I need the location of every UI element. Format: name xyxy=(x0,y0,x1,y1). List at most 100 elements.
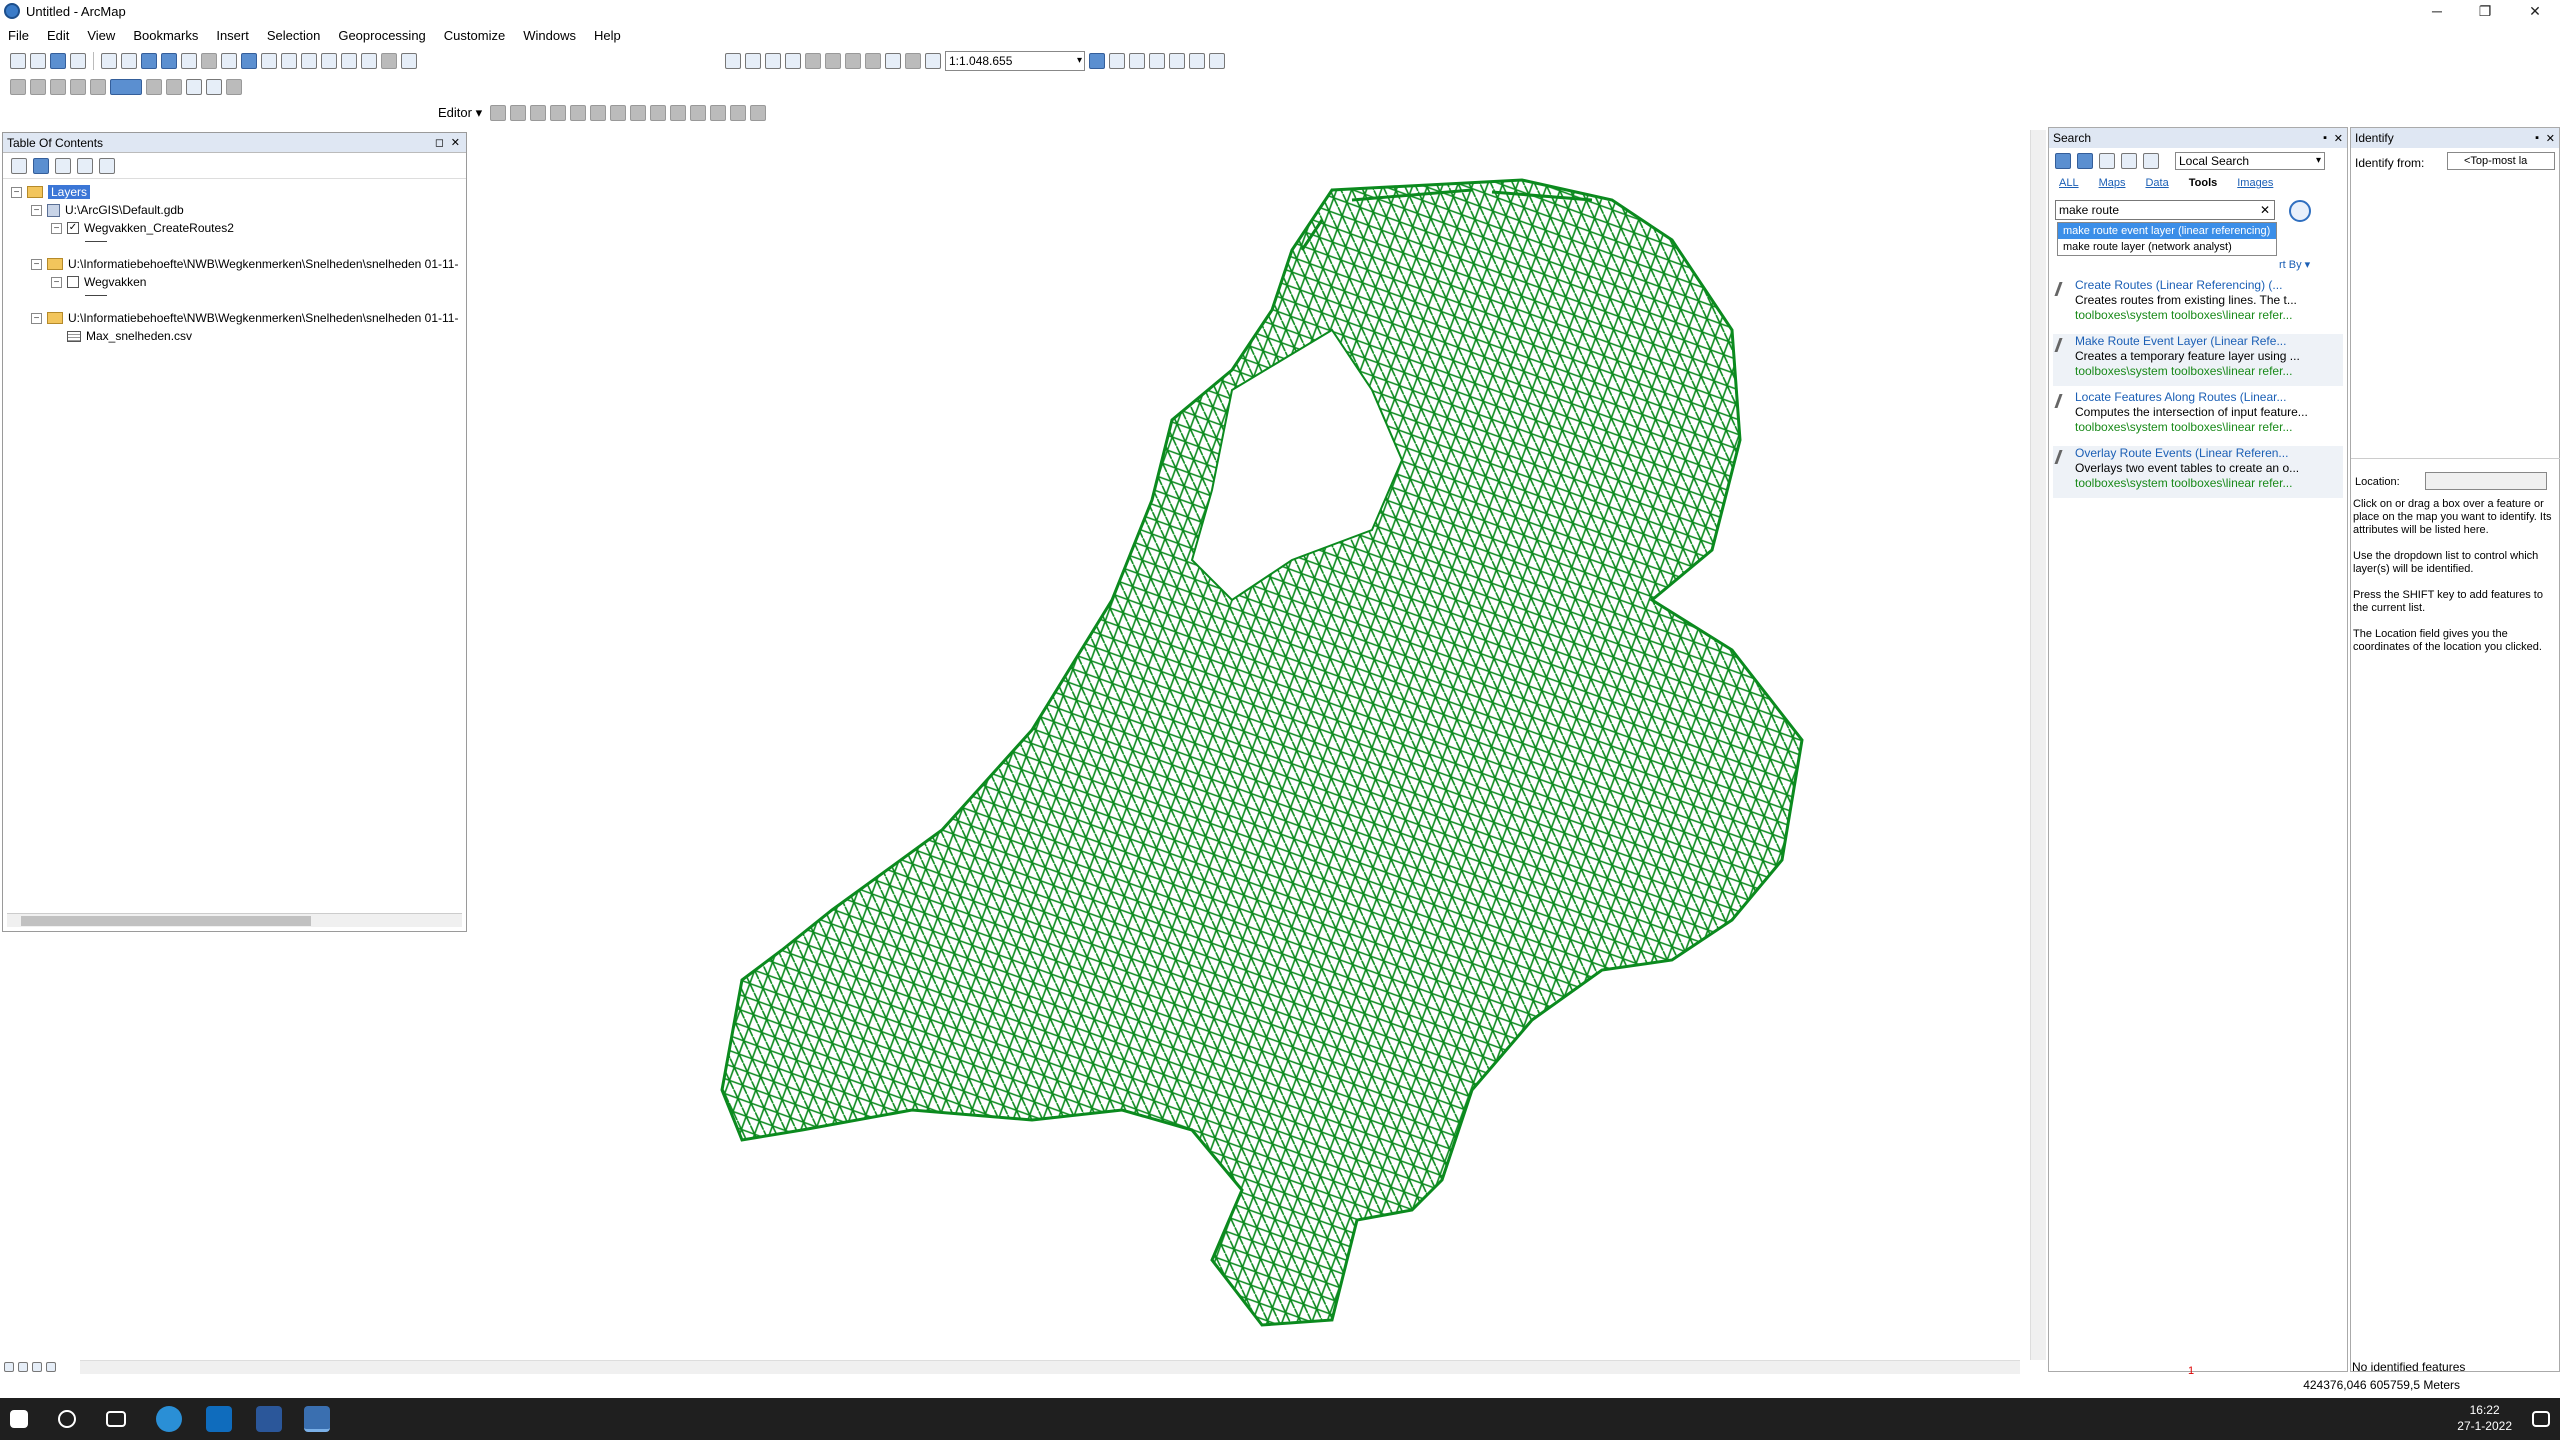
task-view-icon[interactable] xyxy=(106,1411,126,1427)
menu-view[interactable]: View xyxy=(87,28,115,43)
end-point-arc-icon[interactable] xyxy=(550,105,567,121)
distribute-icon[interactable] xyxy=(90,79,106,95)
menu-customize[interactable]: Customize xyxy=(444,28,505,43)
notifications-icon[interactable] xyxy=(2532,1411,2550,1427)
maximize-button[interactable]: ❐ xyxy=(2462,0,2508,22)
data-frame-icon[interactable] xyxy=(186,79,202,95)
collapse-icon[interactable]: − xyxy=(11,186,22,198)
collapse-icon[interactable]: − xyxy=(31,258,42,270)
close-button[interactable]: ✕ xyxy=(2512,0,2558,22)
catalog-window-icon[interactable] xyxy=(1129,53,1145,69)
split-icon[interactable] xyxy=(670,105,687,121)
rotate-icon[interactable] xyxy=(30,79,46,95)
search-scrollbar[interactable] xyxy=(2333,188,2345,1358)
arcmap-taskbar-icon[interactable] xyxy=(304,1406,330,1432)
data-frame-label[interactable]: Layers xyxy=(48,185,91,199)
chevron-down-icon[interactable]: ▾ xyxy=(1077,52,1082,70)
data-view-icon[interactable] xyxy=(4,1362,14,1372)
taskbar-clock[interactable]: 16:22 27-1-2022 xyxy=(2457,1402,2512,1434)
chevron-down-icon[interactable]: ▾ xyxy=(2316,153,2321,169)
outlook-icon[interactable] xyxy=(206,1406,232,1432)
close-icon[interactable]: ✕ xyxy=(2334,132,2343,145)
minimize-button[interactable]: ─ xyxy=(2414,0,2460,22)
autohide-icon[interactable]: ◻ xyxy=(435,136,444,149)
xy-icon[interactable] xyxy=(361,53,377,69)
close-icon[interactable]: ✕ xyxy=(451,136,460,149)
collapse-icon[interactable]: − xyxy=(31,312,42,324)
search-result[interactable]: Make Route Event Layer (Linear Refe... C… xyxy=(2053,334,2343,386)
measure-icon[interactable] xyxy=(301,53,317,69)
toc-row-table[interactable]: Max_snelheden.csv xyxy=(67,329,192,343)
result-title[interactable]: Create Routes (Linear Referencing) (... xyxy=(2075,278,2343,293)
map-horizontal-scrollbar[interactable] xyxy=(80,1360,2020,1374)
reshape-icon[interactable] xyxy=(630,105,647,121)
menu-edit[interactable]: Edit xyxy=(47,28,69,43)
toc-row-folder3[interactable]: − U:\Informatiebehoefte\NWB\Wegkenmerken… xyxy=(31,311,458,325)
trace-icon[interactable] xyxy=(570,105,587,121)
fixed-zoom-out-icon[interactable] xyxy=(121,53,137,69)
tab-maps[interactable]: Maps xyxy=(2099,177,2126,189)
redo-icon[interactable] xyxy=(905,53,921,69)
undo-icon[interactable] xyxy=(885,53,901,69)
pin-icon[interactable]: ▪ xyxy=(2323,132,2327,144)
forward-arrow-icon[interactable] xyxy=(2077,153,2093,169)
location-field[interactable] xyxy=(2425,472,2547,490)
layer-visibility-checkbox[interactable]: ✓ xyxy=(67,222,79,234)
layer-name[interactable]: Wegvakken_CreateRoutes2 xyxy=(84,221,234,235)
editor-toolbar-icon[interactable] xyxy=(1089,53,1105,69)
toc-row-layers[interactable]: − Layers xyxy=(11,185,91,199)
refresh-icon[interactable] xyxy=(2121,153,2137,169)
scroll-thumb[interactable] xyxy=(21,916,311,926)
straight-segment-icon[interactable] xyxy=(530,105,547,121)
map-scale-combo[interactable]: 1:1.048.655 ▾ xyxy=(945,51,1085,71)
search-result[interactable]: Create Routes (Linear Referencing) (... … xyxy=(2053,278,2343,330)
tab-all[interactable]: ALL xyxy=(2059,177,2079,189)
menu-help[interactable]: Help xyxy=(594,28,621,43)
forward-arrow-icon[interactable] xyxy=(161,53,177,69)
select-elements-icon[interactable] xyxy=(221,53,237,69)
align-icon[interactable] xyxy=(70,79,86,95)
list-by-selection-icon[interactable] xyxy=(77,157,93,174)
edit-vertices-icon[interactable] xyxy=(610,105,627,121)
print-icon[interactable] xyxy=(785,53,801,69)
pan-icon[interactable] xyxy=(50,53,66,69)
list-by-drawing-order-icon[interactable] xyxy=(11,157,27,174)
toc-row-folder2[interactable]: − U:\Informatiebehoefte\NWB\Wegkenmerken… xyxy=(31,257,458,271)
result-title[interactable]: Locate Features Along Routes (Linear... xyxy=(2075,390,2343,405)
search-input[interactable]: make route ✕ xyxy=(2055,200,2275,220)
home-icon[interactable] xyxy=(2099,153,2115,169)
html-popup-icon[interactable] xyxy=(281,53,297,69)
toc-window-icon[interactable] xyxy=(1109,53,1125,69)
zoom-out-icon[interactable] xyxy=(30,53,46,69)
model-builder-icon[interactable] xyxy=(1209,53,1225,69)
windows-start-icon[interactable] xyxy=(10,1410,28,1428)
back-arrow-icon[interactable] xyxy=(2055,153,2071,169)
save-icon[interactable] xyxy=(765,53,781,69)
sketch-properties-icon[interactable] xyxy=(730,105,747,121)
edit-annotation-icon[interactable] xyxy=(510,105,527,121)
toc-horizontal-scrollbar[interactable] xyxy=(7,913,462,927)
result-title[interactable]: Make Route Event Layer (Linear Refe... xyxy=(2075,334,2343,349)
arctoolbox-icon[interactable] xyxy=(1169,53,1185,69)
menu-insert[interactable]: Insert xyxy=(216,28,249,43)
python-window-icon[interactable] xyxy=(1189,53,1205,69)
layer-name[interactable]: Wegvakken xyxy=(84,275,146,289)
layer-visibility-checkbox[interactable] xyxy=(67,276,79,288)
menu-windows[interactable]: Windows xyxy=(523,28,576,43)
globe-icon[interactable] xyxy=(70,53,86,69)
delete-icon[interactable] xyxy=(865,53,881,69)
tab-images[interactable]: Images xyxy=(2237,177,2273,189)
edit-tool-icon[interactable] xyxy=(490,105,507,121)
add-data-icon[interactable] xyxy=(925,53,941,69)
copy-icon[interactable] xyxy=(825,53,841,69)
back-arrow-icon[interactable] xyxy=(141,53,157,69)
menu-selection[interactable]: Selection xyxy=(267,28,320,43)
result-title[interactable]: Overlay Route Events (Linear Referen... xyxy=(2075,446,2343,461)
attributes-icon[interactable] xyxy=(710,105,727,121)
edge-icon[interactable] xyxy=(156,1406,182,1432)
collapse-icon[interactable]: − xyxy=(31,204,42,216)
menu-file[interactable]: File xyxy=(8,28,29,43)
toc-row-layer2[interactable]: − Wegvakken xyxy=(51,275,146,289)
tab-data[interactable]: Data xyxy=(2145,177,2168,189)
search-scope-dropdown[interactable]: Local Search ▾ xyxy=(2175,152,2325,170)
